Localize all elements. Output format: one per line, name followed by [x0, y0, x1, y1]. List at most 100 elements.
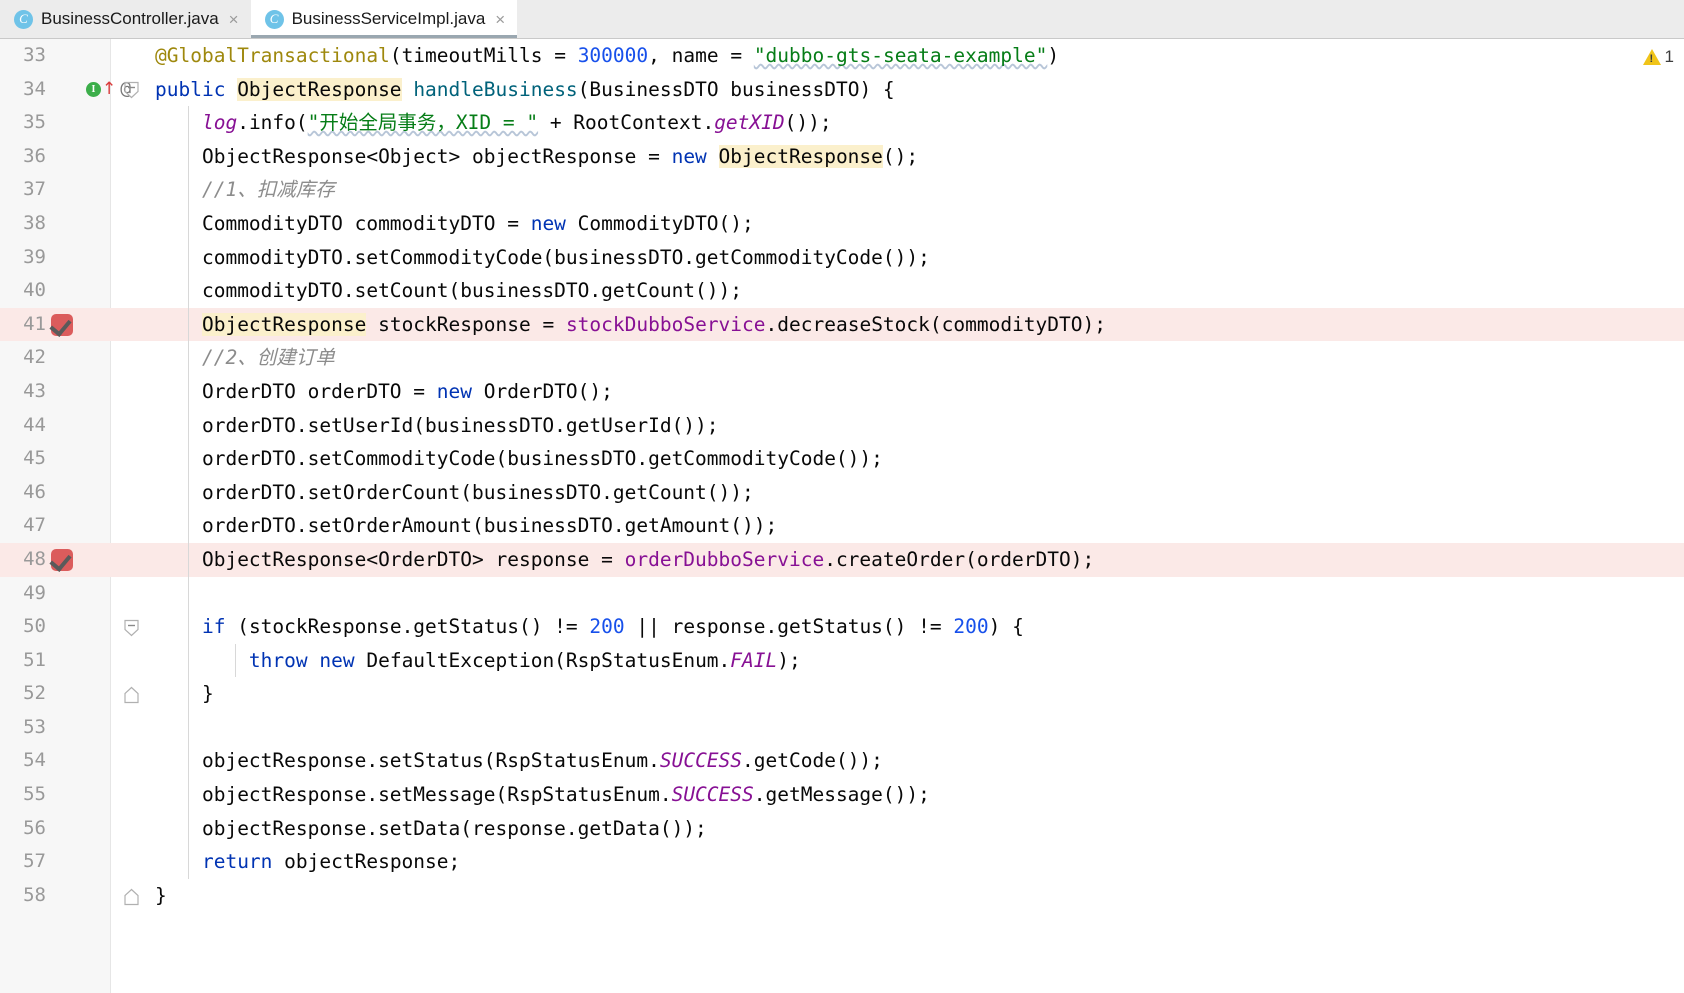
- fold-column[interactable]: [110, 879, 155, 913]
- code-line[interactable]: 43 OrderDTO orderDTO = new OrderDTO();: [0, 375, 1684, 409]
- fold-column[interactable]: [110, 644, 155, 678]
- fold-column[interactable]: [110, 610, 155, 644]
- run-method-icon[interactable]: I: [86, 81, 101, 97]
- code-text[interactable]: objectResponse.setData(response.getData(…: [155, 812, 1684, 846]
- code-text[interactable]: ObjectResponse<Object> objectResponse = …: [155, 140, 1684, 174]
- fold-column[interactable]: [110, 241, 155, 275]
- code-line[interactable]: 34 I ↑ @ public ObjectResponse handleBusines…: [0, 73, 1684, 107]
- line-gutter[interactable]: [46, 812, 110, 846]
- code-text[interactable]: objectResponse.setStatus(RspStatusEnum.S…: [155, 744, 1684, 778]
- code-text[interactable]: if (stockResponse.getStatus() != 200 || …: [155, 610, 1684, 644]
- code-text[interactable]: orderDTO.setOrderAmount(businessDTO.getA…: [155, 509, 1684, 543]
- fold-column[interactable]: [110, 375, 155, 409]
- inspection-warning-indicator[interactable]: 1: [1642, 47, 1674, 67]
- code-line[interactable]: 49: [0, 577, 1684, 611]
- code-text[interactable]: objectResponse.setMessage(RspStatusEnum.…: [155, 778, 1684, 812]
- code-text[interactable]: //1、扣减库存: [155, 173, 1684, 207]
- code-text[interactable]: log.info("开始全局事务，XID = " + RootContext.g…: [155, 106, 1684, 140]
- fold-column[interactable]: [110, 341, 155, 375]
- fold-column[interactable]: [110, 744, 155, 778]
- line-gutter[interactable]: [46, 39, 110, 73]
- code-line[interactable]: 55 objectResponse.setMessage(RspStatusEn…: [0, 778, 1684, 812]
- code-line[interactable]: 51 throw new DefaultException(RspStatusE…: [0, 644, 1684, 678]
- fold-column[interactable]: [110, 509, 155, 543]
- code-line-breakpoint[interactable]: 41 ObjectResponse stockResponse = stockD…: [0, 307, 1684, 342]
- fold-column[interactable]: [110, 409, 155, 443]
- code-text[interactable]: orderDTO.setOrderCount(businessDTO.getCo…: [155, 476, 1684, 510]
- line-gutter[interactable]: [46, 879, 110, 913]
- line-gutter[interactable]: [46, 845, 110, 879]
- line-gutter[interactable]: [46, 341, 110, 375]
- fold-column[interactable]: [110, 845, 155, 879]
- code-line[interactable]: 47 orderDTO.setOrderAmount(businessDTO.g…: [0, 509, 1684, 543]
- line-gutter[interactable]: [46, 644, 110, 678]
- fold-column[interactable]: [110, 39, 155, 73]
- code-text[interactable]: OrderDTO orderDTO = new OrderDTO();: [155, 375, 1684, 409]
- fold-column[interactable]: [110, 308, 155, 342]
- code-editor[interactable]: 1 33 @GlobalTransactional(timeoutMills = …: [0, 39, 1684, 993]
- code-line[interactable]: 38 CommodityDTO commodityDTO = new Commo…: [0, 207, 1684, 241]
- line-gutter[interactable]: [46, 744, 110, 778]
- line-gutter[interactable]: [46, 778, 110, 812]
- line-gutter[interactable]: [46, 375, 110, 409]
- code-line[interactable]: 37 //1、扣减库存: [0, 173, 1684, 207]
- fold-column[interactable]: [110, 274, 155, 308]
- line-gutter[interactable]: [46, 442, 110, 476]
- tab-close-icon[interactable]: ×: [493, 11, 507, 28]
- code-text[interactable]: }: [155, 677, 1684, 711]
- code-line[interactable]: 45 orderDTO.setCommodityCode(businessDTO…: [0, 442, 1684, 476]
- line-gutter[interactable]: [46, 677, 110, 711]
- fold-column[interactable]: [110, 73, 155, 107]
- line-gutter[interactable]: [46, 173, 110, 207]
- code-line[interactable]: 44 orderDTO.setUserId(businessDTO.getUse…: [0, 409, 1684, 443]
- fold-column[interactable]: [110, 543, 155, 577]
- code-text[interactable]: [155, 711, 1684, 745]
- code-text[interactable]: ObjectResponse stockResponse = stockDubb…: [155, 308, 1684, 342]
- code-line[interactable]: 54 objectResponse.setStatus(RspStatusEnu…: [0, 744, 1684, 778]
- code-line[interactable]: 35 log.info("开始全局事务，XID = " + RootContex…: [0, 106, 1684, 140]
- code-line[interactable]: 52 }: [0, 677, 1684, 711]
- fold-collapse-icon[interactable]: [124, 619, 139, 637]
- fold-end-icon[interactable]: [124, 888, 139, 905]
- code-text[interactable]: ObjectResponse<OrderDTO> response = orde…: [155, 543, 1684, 577]
- breakpoint-verified-icon[interactable]: [51, 548, 73, 571]
- code-text[interactable]: [155, 577, 1684, 611]
- code-line[interactable]: 42 //2、创建订单: [0, 341, 1684, 375]
- line-gutter[interactable]: [46, 241, 110, 275]
- editor-tab-1[interactable]: C BusinessServiceImpl.java ×: [250, 0, 518, 38]
- fold-column[interactable]: [110, 442, 155, 476]
- code-line[interactable]: 57 return objectResponse;: [0, 845, 1684, 879]
- tab-close-icon[interactable]: ×: [227, 11, 241, 28]
- fold-column[interactable]: [110, 207, 155, 241]
- fold-collapse-icon[interactable]: [124, 82, 139, 99]
- code-text[interactable]: orderDTO.setCommodityCode(businessDTO.ge…: [155, 442, 1684, 476]
- fold-column[interactable]: [110, 778, 155, 812]
- fold-column[interactable]: [110, 106, 155, 140]
- code-line[interactable]: 56 objectResponse.setData(response.getDa…: [0, 812, 1684, 846]
- line-gutter[interactable]: [46, 140, 110, 174]
- code-text[interactable]: }: [155, 879, 1684, 913]
- fold-column[interactable]: [110, 476, 155, 510]
- line-gutter[interactable]: [46, 543, 110, 577]
- fold-column[interactable]: [110, 812, 155, 846]
- line-gutter[interactable]: [46, 476, 110, 510]
- line-gutter[interactable]: [46, 207, 110, 241]
- line-gutter[interactable]: I ↑ @: [46, 73, 131, 107]
- code-text[interactable]: @GlobalTransactional(timeoutMills = 3000…: [155, 39, 1684, 73]
- line-gutter[interactable]: [46, 274, 110, 308]
- code-line[interactable]: 46 orderDTO.setOrderCount(businessDTO.ge…: [0, 476, 1684, 510]
- fold-column[interactable]: [110, 711, 155, 745]
- line-gutter[interactable]: [46, 610, 110, 644]
- line-gutter[interactable]: [46, 409, 110, 443]
- code-line[interactable]: 36 ObjectResponse<Object> objectResponse…: [0, 140, 1684, 174]
- code-line[interactable]: 33 @GlobalTransactional(timeoutMills = 30…: [0, 39, 1684, 73]
- fold-column[interactable]: [110, 173, 155, 207]
- code-text[interactable]: orderDTO.setUserId(businessDTO.getUserId…: [155, 409, 1684, 443]
- fold-column[interactable]: [110, 140, 155, 174]
- line-gutter[interactable]: [46, 509, 110, 543]
- line-gutter[interactable]: [46, 308, 110, 342]
- code-line-breakpoint[interactable]: 48 ObjectResponse<OrderDTO> response = o…: [0, 542, 1684, 577]
- code-text[interactable]: return objectResponse;: [155, 845, 1684, 879]
- code-text[interactable]: //2、创建订单: [155, 341, 1684, 375]
- line-gutter[interactable]: [46, 106, 110, 140]
